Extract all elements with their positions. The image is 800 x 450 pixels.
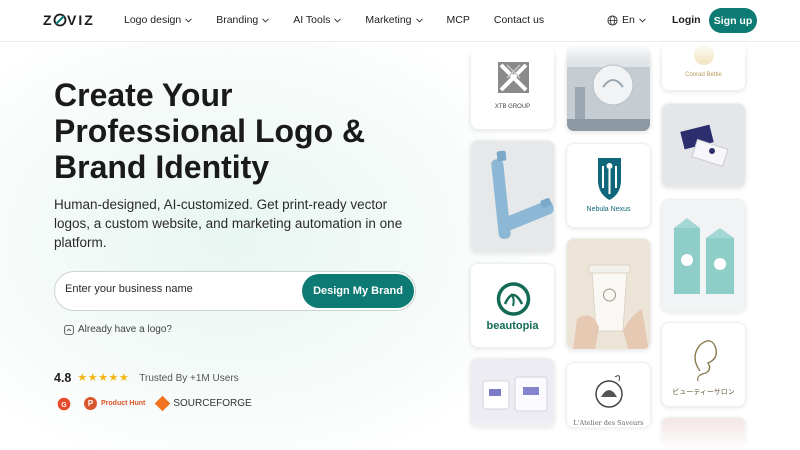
atelier-caption: L'Atelier des Saveurs	[573, 419, 644, 427]
svg-text:Z: Z	[43, 12, 54, 28]
xtb-logo-icon	[498, 62, 529, 93]
packaging-mockup-icon	[662, 200, 745, 311]
review-brands: G P Product Hunt SOURCEFORGE	[56, 395, 252, 412]
sourceforge-icon	[155, 395, 171, 412]
globe-icon	[607, 14, 618, 26]
gallery-card-coffee-cup[interactable]	[566, 238, 651, 350]
product-hunt-icon: P	[84, 397, 97, 410]
menu-branding[interactable]: Branding	[216, 14, 270, 26]
water-bottle-mockup-icon	[471, 141, 554, 252]
rating-stars: ★ ★ ★ ★ ★	[77, 371, 129, 384]
star-icon: ★	[98, 371, 109, 384]
stationery-mockup-icon	[471, 359, 554, 427]
beautopia-logo-icon	[496, 282, 531, 316]
menu-mcp[interactable]: MCP	[447, 14, 470, 26]
signature-logo-icon	[694, 45, 714, 65]
gallery-card-bottom[interactable]	[661, 417, 746, 450]
signup-button[interactable]: Sign up	[709, 8, 757, 33]
sourceforge-label: SOURCEFORGE	[173, 398, 252, 409]
business-card-mockup-icon	[662, 104, 745, 187]
product-hunt-label: Product Hunt	[101, 400, 146, 407]
star-icon: ★	[87, 371, 98, 384]
star-icon: ★	[118, 371, 129, 384]
chevron-down-icon	[415, 17, 423, 23]
menu-ai-tools[interactable]: AI Tools	[293, 14, 342, 26]
menu-label: MCP	[446, 14, 470, 26]
menu-label: Branding	[216, 14, 259, 26]
upload-image-icon	[64, 324, 74, 335]
chevron-down-icon	[638, 17, 646, 23]
language-label: En	[622, 14, 635, 26]
beautopia-caption: beautopia	[486, 320, 539, 332]
nebula-caption: Nebula Nexus	[586, 206, 631, 213]
already-have-logo-link[interactable]: Already have a logo?	[64, 324, 172, 335]
hero-title: Create Your Professional Logo & Brand Id…	[54, 77, 434, 185]
beauty-salon-caption: ビューティーサロン	[672, 388, 735, 396]
gallery-card-building-sign[interactable]	[566, 46, 651, 132]
g2-logo: G	[56, 396, 71, 411]
mockup-partial-icon	[662, 418, 745, 449]
gallery-card-packaging[interactable]	[661, 199, 746, 312]
nebula-nexus-logo-icon	[598, 158, 621, 200]
building-sign-mockup-icon	[567, 47, 650, 131]
menu-contact[interactable]: Contact us	[494, 14, 544, 26]
gallery-card-atelier[interactable]: L'Atelier des Saveurs	[566, 362, 651, 428]
star-icon: ★	[108, 371, 119, 384]
product-hunt-logo: P Product Hunt	[84, 397, 145, 410]
top-nav: Z VIZ Logo design Branding AI Tools Mark…	[0, 0, 800, 42]
signature-caption: Conrad Bettie	[685, 72, 722, 78]
rating-row: 4.8 ★ ★ ★ ★ ★ Trusted By +1M Users	[54, 371, 239, 385]
zoviz-logo-icon: Z VIZ	[43, 12, 95, 28]
gallery-card-business-cards[interactable]	[661, 103, 746, 188]
design-my-brand-button[interactable]: Design My Brand	[302, 274, 414, 308]
gallery-card-nebula[interactable]: Nebula Nexus	[566, 143, 651, 228]
g2-icon: G	[57, 397, 70, 410]
gallery-card-xtb[interactable]: XTB GROUP	[470, 46, 555, 130]
menu-logo-design[interactable]: Logo design	[124, 14, 193, 26]
main-menu: Logo design Branding AI Tools Marketing …	[124, 14, 568, 26]
hero-subtitle: Human-designed, AI-customized. Get print…	[54, 197, 403, 250]
chevron-down-icon	[262, 17, 270, 23]
svg-text:VIZ: VIZ	[67, 12, 95, 28]
gallery-card-beautopia[interactable]: beautopia	[470, 263, 555, 348]
chevron-down-icon	[334, 17, 342, 23]
xtb-caption: XTB GROUP	[494, 104, 531, 110]
business-name-input[interactable]	[65, 283, 295, 295]
login-link[interactable]: Login	[672, 14, 701, 26]
hero-title-line: Create Your	[54, 77, 233, 113]
business-name-form: Design My Brand	[54, 271, 416, 311]
gallery-card-beauty-salon[interactable]: ビューティーサロン	[661, 322, 746, 407]
svg-text:G: G	[61, 401, 67, 408]
coffee-cup-mockup-icon	[567, 239, 650, 349]
hero-title-line: Professional Logo &	[54, 113, 366, 149]
gallery-card-signature[interactable]: Conrad Bettie	[661, 42, 746, 91]
gallery-card-bottles[interactable]	[470, 140, 555, 253]
menu-label: AI Tools	[293, 14, 331, 26]
site-logo[interactable]: Z VIZ	[43, 12, 105, 28]
rating-score: 4.8	[54, 371, 72, 385]
trusted-by-text: Trusted By +1M Users	[139, 372, 239, 384]
menu-label: Logo design	[124, 14, 182, 26]
language-selector[interactable]: En	[607, 14, 646, 26]
star-icon: ★	[77, 371, 88, 384]
sourceforge-logo: SOURCEFORGE	[155, 395, 252, 412]
menu-marketing[interactable]: Marketing	[365, 14, 423, 26]
already-have-logo-label: Already have a logo?	[78, 324, 172, 335]
gallery-card-stationery[interactable]	[470, 358, 555, 428]
hero-title-line: Brand Identity	[54, 149, 270, 185]
chevron-down-icon	[185, 17, 193, 23]
menu-label: Marketing	[365, 14, 412, 26]
menu-label: Contact us	[493, 14, 545, 26]
